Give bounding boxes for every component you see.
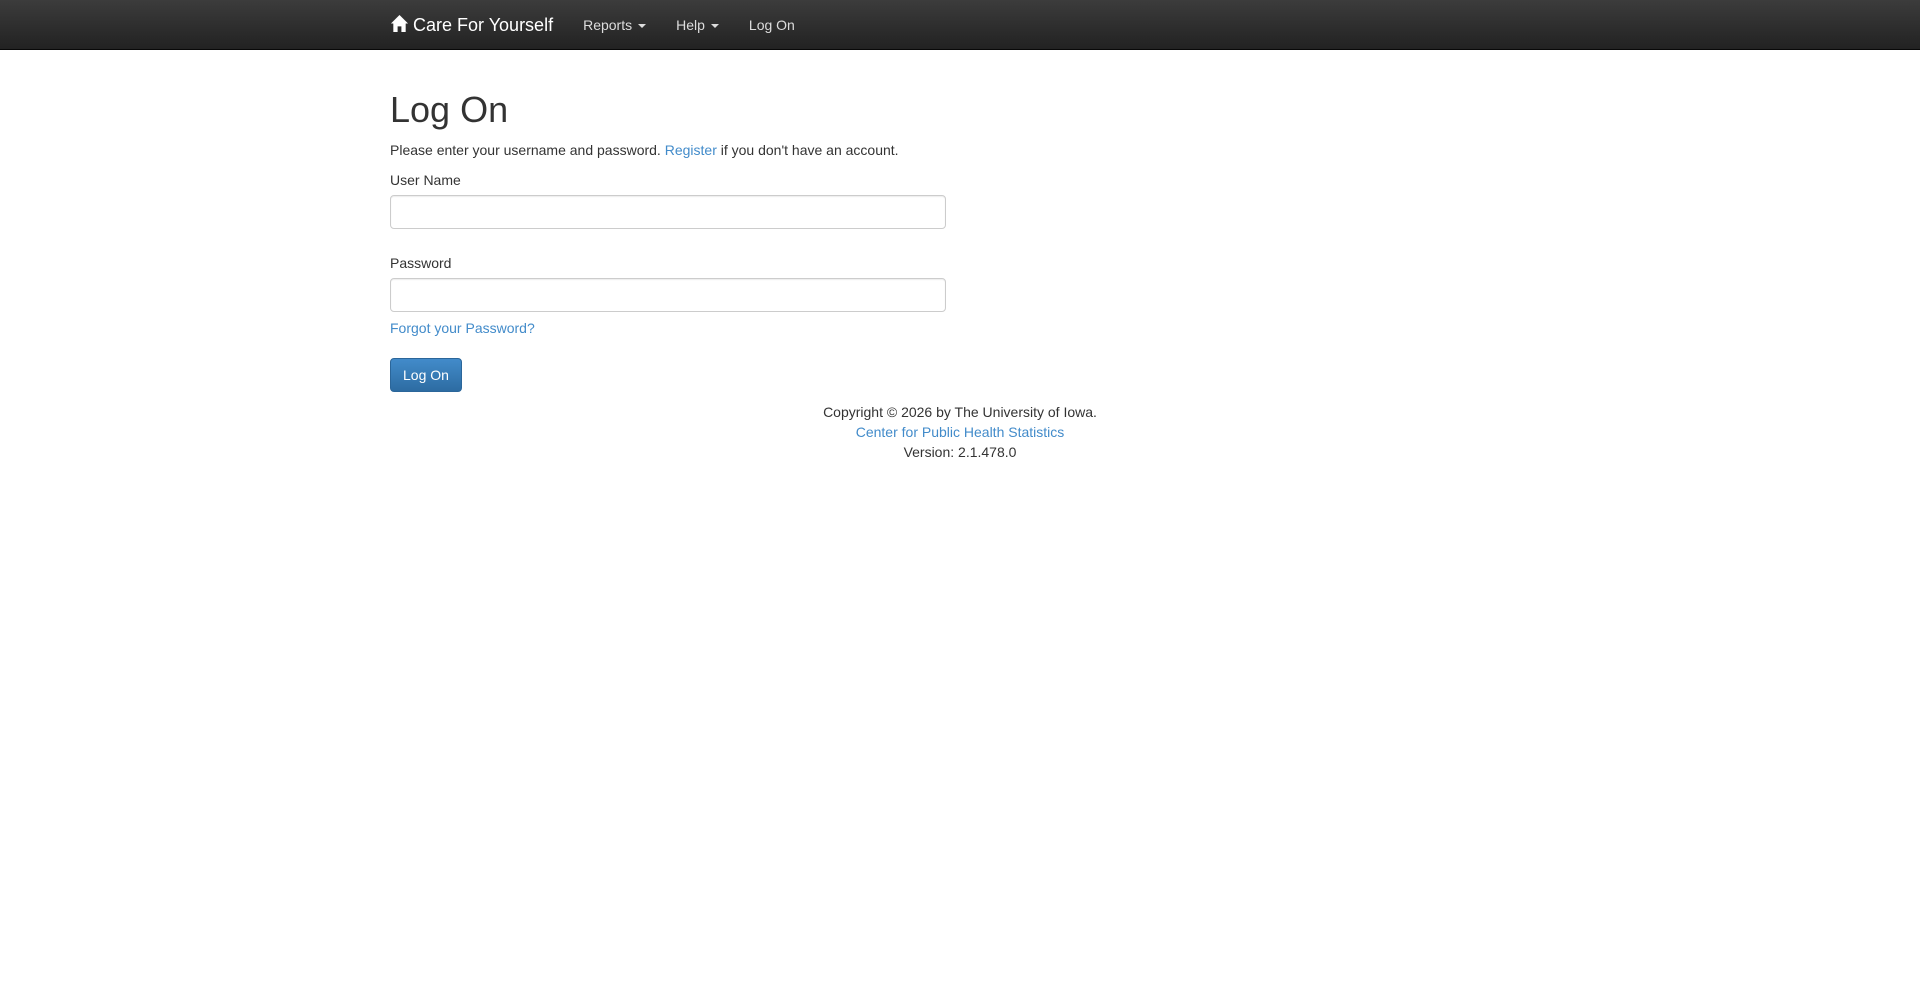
- nav-reports[interactable]: Reports: [583, 17, 647, 33]
- username-input[interactable]: [390, 195, 946, 229]
- navbar-inner: Care For Yourself Reports Help Log On: [390, 0, 825, 50]
- intro-text: Please enter your username and password.…: [390, 140, 1530, 160]
- navbar: Care For Yourself Reports Help Log On: [0, 0, 1920, 50]
- brand-link[interactable]: Care For Yourself: [390, 14, 554, 36]
- copyright-text: Copyright © 2026 by The University of Io…: [823, 404, 1097, 420]
- intro-before: Please enter your username and password.: [390, 142, 661, 158]
- nav-log-on-label: Log On: [748, 17, 795, 33]
- intro-after: if you don't have an account.: [720, 142, 899, 158]
- log-on-button[interactable]: Log On: [390, 358, 462, 392]
- nav-help-label: Help: [676, 17, 705, 33]
- nav-reports-label: Reports: [583, 17, 633, 33]
- home-icon: [390, 14, 409, 32]
- password-label: Password: [390, 255, 452, 271]
- main-container: Log On Please enter your username and pa…: [390, 50, 1530, 392]
- nav-log-on[interactable]: Log On: [749, 17, 795, 33]
- version-text: Version: 2.1.478.0: [903, 444, 1017, 460]
- page-title: Log On: [390, 89, 509, 130]
- forgot-password-link[interactable]: Forgot your Password?: [390, 318, 1530, 338]
- nav-help[interactable]: Help: [676, 17, 719, 33]
- brand-label: Care For Yourself: [413, 14, 554, 35]
- caret-down-icon: [638, 24, 647, 28]
- center-link[interactable]: Center for Public Health Statistics: [856, 424, 1065, 440]
- username-label: User Name: [390, 172, 461, 188]
- caret-down-icon: [710, 24, 719, 28]
- password-input[interactable]: [390, 278, 946, 312]
- register-link[interactable]: Register: [665, 142, 717, 158]
- footer: Copyright © 2026 by The University of Io…: [0, 402, 1920, 462]
